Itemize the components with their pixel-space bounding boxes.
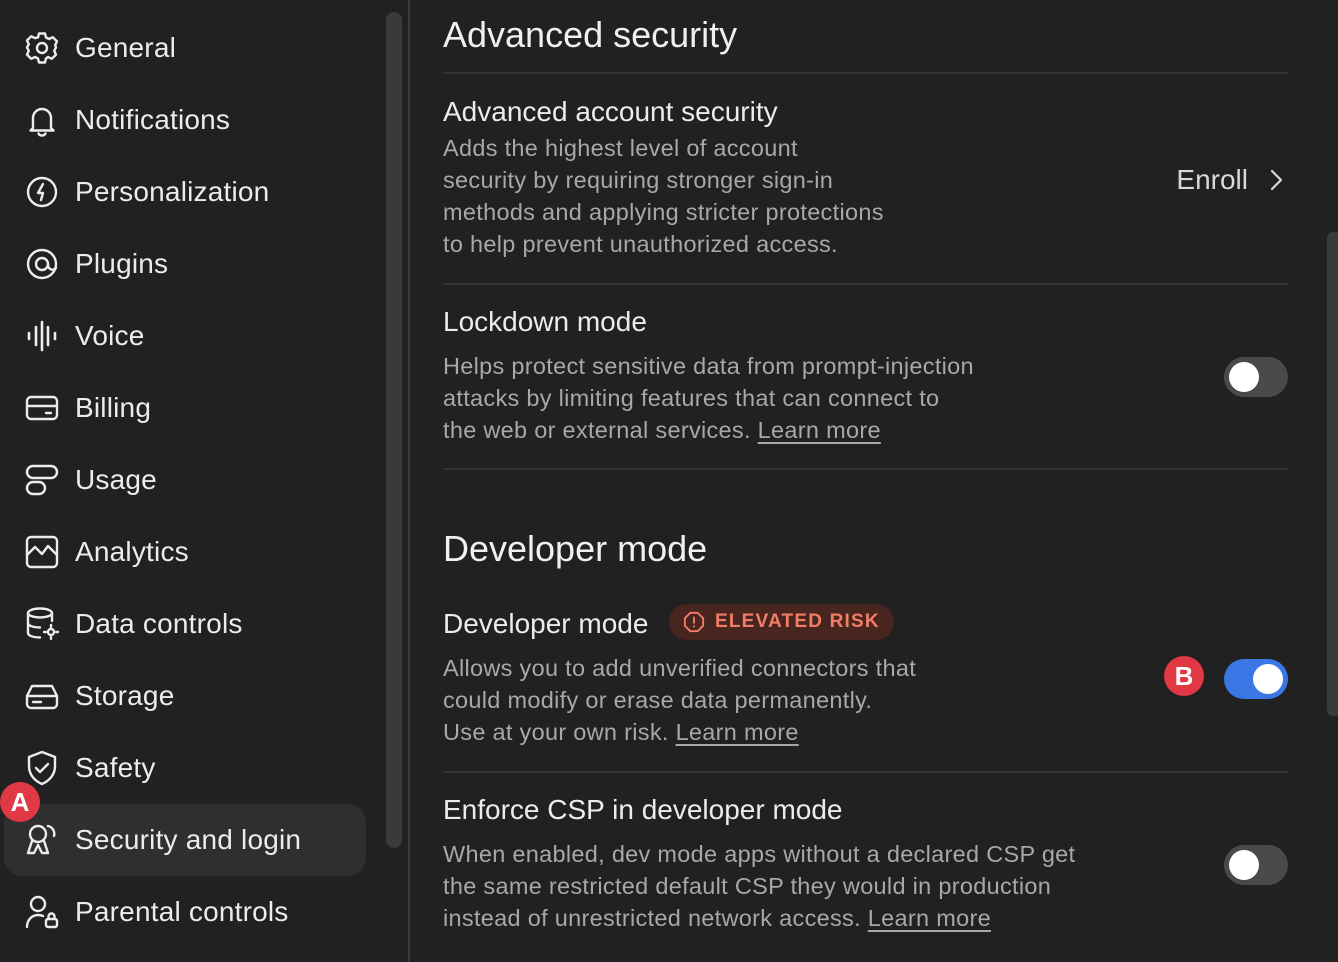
credit-card-icon [24, 390, 60, 426]
sidebar-item-billing[interactable]: Billing [4, 372, 366, 444]
sidebar-item-label: Safety [75, 752, 156, 783]
divider [443, 771, 1288, 773]
content-scrollbar[interactable] [1327, 232, 1338, 716]
section-heading-developer-mode: Developer mode [443, 528, 708, 569]
sidebar-item-voice[interactable]: Voice [4, 300, 366, 372]
desc-line: methods and applying stricter protection… [443, 199, 884, 225]
divider [443, 283, 1288, 285]
sidebar-item-personalization[interactable]: Personalization [4, 156, 366, 228]
developer-mode-toggle[interactable] [1224, 659, 1288, 699]
sidebar-item-safety[interactable]: Safety [4, 732, 366, 804]
divider [443, 72, 1288, 74]
plugins-icon [24, 246, 60, 282]
analytics-icon [24, 534, 60, 570]
sidebar-item-label: Parental controls [75, 896, 289, 927]
sidebar-item-plugins[interactable]: Plugins [4, 228, 366, 300]
sidebar-item-label: Security and login [75, 824, 302, 855]
divider [443, 468, 1288, 470]
sidebar-item-label: Usage [75, 464, 157, 495]
storage-drive-icon [24, 678, 60, 714]
sidebar-item-label: Plugins [75, 248, 169, 279]
advanced-account-security-title: Advanced account security [443, 96, 778, 127]
alert-shield-icon [683, 611, 705, 633]
settings-content: Advanced security Advanced account secur… [443, 0, 1288, 962]
sidebar-item-label: Notifications [75, 104, 231, 135]
developer-learn-more-link[interactable]: Learn more [676, 719, 799, 745]
sidebar-item-analytics[interactable]: Analytics [4, 516, 366, 588]
desc-line: Adds the highest level of account [443, 135, 798, 161]
lockdown-mode-toggle[interactable] [1224, 357, 1288, 397]
desc-line: could modify or erase data permanently. [443, 687, 873, 713]
sidebar-item-data-controls[interactable]: Data controls [4, 588, 366, 660]
marker-b: B [1164, 656, 1204, 696]
sidebar-item-label: Billing [75, 392, 152, 423]
waveform-icon [24, 318, 60, 354]
developer-mode-title: Developer mode [443, 608, 649, 639]
gear-icon [24, 30, 60, 66]
desc-line: security by requiring stronger sign-in [443, 167, 834, 193]
chevron-right-icon [1270, 169, 1283, 191]
elevated-risk-badge: ELEVATED RISK [669, 604, 894, 640]
sidebar-scrollbar[interactable] [386, 12, 402, 848]
security-login-icon [24, 822, 60, 858]
desc-line: instead of unrestricted network access. [443, 905, 861, 931]
lockdown-learn-more-link[interactable]: Learn more [758, 417, 881, 443]
sidebar-item-usage[interactable]: Usage [4, 444, 366, 516]
sidebar-item-parental-controls[interactable]: Parental controls [4, 876, 366, 948]
desc-line: the web or external services. [443, 417, 751, 443]
toggle-knob [1229, 850, 1259, 880]
advanced-account-security-description: Adds the highest level of account securi… [443, 132, 884, 260]
desc-line: the same restricted default CSP they wou… [443, 873, 1052, 899]
sidebar-divider [408, 0, 410, 962]
desc-line: When enabled, dev mode apps without a de… [443, 841, 1076, 867]
elevated-risk-label: ELEVATED RISK [715, 611, 880, 632]
enforce-csp-toggle[interactable] [1224, 845, 1288, 885]
sidebar-item-label: General [75, 32, 177, 63]
bell-icon [24, 102, 60, 138]
sidebar-item-security-and-login[interactable]: Security and login [4, 804, 366, 876]
desc-line: Helps protect sensitive data from prompt… [443, 353, 974, 379]
sidebar-item-label: Voice [75, 320, 145, 351]
toggle-knob [1229, 362, 1259, 392]
database-gear-icon [24, 606, 60, 642]
sidebar-item-label: Data controls [75, 608, 243, 639]
section-heading-advanced-security: Advanced security [443, 14, 738, 55]
settings-sidebar: General Notifications Personalization Pl… [0, 0, 380, 962]
desc-line: attacks by limiting features that can co… [443, 385, 940, 411]
parental-lock-icon [24, 894, 60, 930]
enroll-label: Enroll [1176, 164, 1248, 195]
sidebar-item-general[interactable]: General [4, 12, 366, 84]
desc-line: Use at your own risk. [443, 719, 669, 745]
developer-mode-description: Allows you to add unverified connectors … [443, 652, 916, 748]
enforce-csp-description: When enabled, dev mode apps without a de… [443, 838, 1075, 934]
sidebar-item-label: Storage [75, 680, 175, 711]
desc-line: to help prevent unauthorized access. [443, 231, 838, 257]
sidebar-item-notifications[interactable]: Notifications [4, 84, 366, 156]
personalization-icon [24, 174, 60, 210]
enforce-csp-title: Enforce CSP in developer mode [443, 794, 843, 825]
usage-icon [24, 462, 60, 498]
csp-learn-more-link[interactable]: Learn more [868, 905, 991, 931]
shield-check-icon [24, 750, 60, 786]
sidebar-item-label: Personalization [75, 176, 270, 207]
toggle-knob [1253, 664, 1283, 694]
lockdown-mode-description: Helps protect sensitive data from prompt… [443, 350, 974, 446]
sidebar-item-storage[interactable]: Storage [4, 660, 366, 732]
lockdown-mode-title: Lockdown mode [443, 306, 647, 337]
enroll-button[interactable]: Enroll [1176, 160, 1288, 200]
sidebar-item-label: Analytics [75, 536, 189, 567]
desc-line: Allows you to add unverified connectors … [443, 655, 917, 681]
marker-a: A [0, 782, 40, 822]
